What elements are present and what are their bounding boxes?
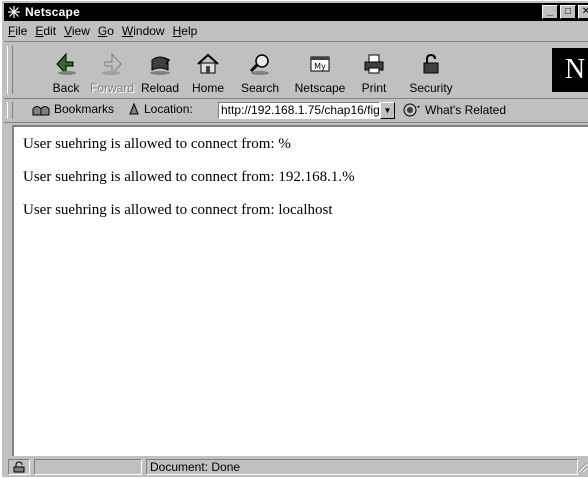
search-button[interactable]: Search — [234, 44, 286, 98]
menu-view[interactable]: View — [64, 24, 90, 38]
home-label: Home — [191, 81, 224, 95]
menu-edit[interactable]: Edit — [35, 24, 56, 38]
location-label-group: Location: — [128, 102, 193, 116]
resize-grip-icon[interactable] — [576, 461, 588, 473]
status-bar: Document: Done — [4, 457, 588, 478]
forward-button[interactable]: Forward — [88, 44, 136, 98]
reload-label: Reload — [140, 81, 180, 95]
padlock-icon — [415, 50, 447, 78]
print-button[interactable]: Print — [354, 44, 394, 98]
whats-related-label: What's Related — [425, 103, 506, 117]
url-input[interactable]: http://192.168.1.75/chap16/fig18.php — [218, 102, 380, 119]
menu-help-hotkey: H — [172, 24, 182, 38]
maximize-button[interactable]: □ — [560, 5, 576, 19]
progress-bar — [34, 459, 142, 475]
back-arrow-icon — [50, 50, 82, 78]
toolbar-grip[interactable] — [7, 46, 13, 94]
menu-bar: File Edit View Go Window Help — [4, 22, 588, 40]
whats-related-button[interactable]: What's Related — [402, 102, 506, 118]
menu-help-label: elp — [181, 24, 198, 38]
menu-window[interactable]: Window — [122, 24, 165, 38]
menu-file[interactable]: File — [8, 24, 27, 38]
page-content: User suehring is allowed to connect from… — [12, 125, 588, 456]
search-label: Search — [240, 81, 280, 95]
home-button[interactable]: Home — [186, 44, 230, 98]
menu-view-hotkey: V — [64, 24, 72, 38]
menu-window-hotkey: W — [121, 24, 134, 38]
back-button[interactable]: Back — [44, 44, 88, 98]
reload-icon — [144, 50, 176, 78]
back-label: Back — [52, 81, 80, 95]
bookmarks-label: Bookmarks — [54, 102, 115, 116]
browser-window: Netscape _ □ ✕ File Edit View Go Window … — [0, 0, 588, 477]
menu-go-hotkey: G — [97, 24, 108, 38]
security-button[interactable]: Security — [406, 44, 456, 98]
location-toolbar-grip[interactable] — [7, 102, 13, 119]
menu-view-label: iew — [71, 24, 90, 38]
title-bar[interactable]: Netscape _ □ ✕ — [4, 3, 588, 21]
forward-label: Forward — [89, 81, 134, 95]
reload-button[interactable]: Reload — [138, 44, 182, 98]
bookmarks-icon — [32, 102, 50, 116]
bookmarks-button[interactable]: Bookmarks — [32, 102, 114, 116]
netscape-app-icon — [6, 4, 22, 20]
location-toolbar: Bookmarks Location: http://192.168.1.75/… — [4, 99, 588, 123]
forward-arrow-icon — [96, 50, 128, 78]
navigation-toolbar: Back Forward Reload Home Search My Netsc… — [4, 41, 588, 99]
print-label: Print — [361, 81, 387, 95]
my-netscape-icon: My — [304, 50, 336, 78]
netscape-button[interactable]: My Netscape — [290, 44, 350, 98]
connection-line-1: User suehring is allowed to connect from… — [23, 136, 291, 152]
menu-edit-label: dit — [43, 24, 57, 38]
location-icon — [128, 102, 140, 116]
connection-line-2: User suehring is allowed to connect from… — [23, 169, 355, 185]
dropdown-arrow-icon: ▼ — [383, 106, 392, 115]
menu-go[interactable]: Go — [98, 24, 114, 38]
location-label: Location: — [144, 102, 193, 116]
menu-file-label: ile — [15, 24, 28, 38]
whats-related-icon — [402, 102, 422, 118]
minimize-button[interactable]: _ — [542, 5, 558, 19]
security-status-icon[interactable] — [8, 459, 30, 475]
netscape-label: Netscape — [294, 81, 346, 95]
home-icon — [192, 50, 224, 78]
netscape-logo[interactable]: N — [552, 48, 588, 92]
close-button[interactable]: ✕ — [578, 5, 588, 19]
menu-help[interactable]: Help — [173, 24, 198, 38]
printer-icon — [358, 50, 390, 78]
menu-go-label: o — [107, 24, 114, 38]
status-text: Document: Done — [146, 459, 578, 475]
connection-line-3: User suehring is allowed to connect from… — [23, 202, 333, 218]
url-dropdown-button[interactable]: ▼ — [380, 102, 395, 119]
svg-text:My: My — [314, 62, 326, 71]
window-title: Netscape — [25, 5, 80, 19]
menu-window-label: indow — [133, 24, 165, 38]
security-label: Security — [409, 81, 453, 95]
search-icon — [244, 50, 276, 78]
